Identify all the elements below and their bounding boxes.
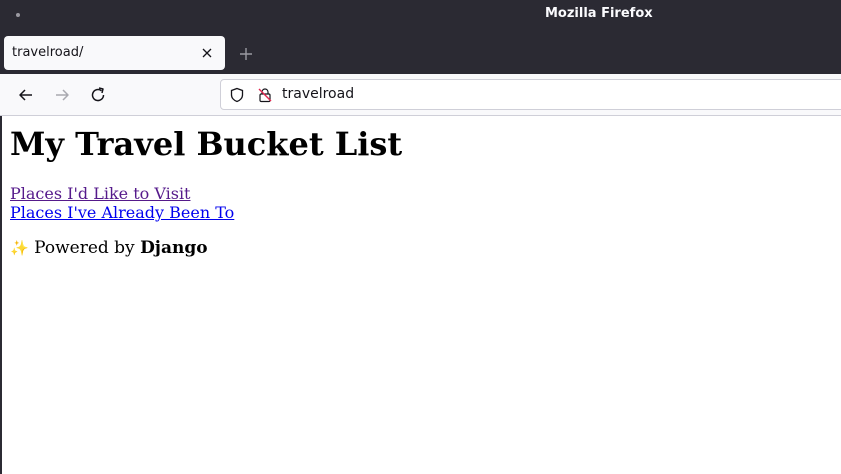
footer: ✨ Powered by Django (10, 238, 208, 258)
navigation-toolbar: travelroad (0, 74, 841, 116)
url-text[interactable]: travelroad (282, 86, 354, 102)
close-icon[interactable] (200, 46, 214, 60)
window-titlebar: Mozilla Firefox (0, 0, 841, 30)
plus-icon[interactable] (238, 46, 254, 62)
page-content: My Travel Bucket List Places I'd Like to… (0, 116, 841, 474)
back-icon[interactable] (17, 86, 35, 104)
reload-icon[interactable] (89, 86, 107, 104)
window-menu-dot-icon[interactable] (16, 13, 20, 17)
url-bar[interactable]: travelroad (220, 79, 841, 110)
insecure-lock-icon[interactable] (257, 87, 273, 103)
shield-icon[interactable] (229, 87, 245, 103)
page-title: My Travel Bucket List (10, 125, 403, 163)
tab-strip: travelroad/ (0, 30, 841, 74)
link-places-visited[interactable]: Places I've Already Been To (10, 203, 234, 222)
window-title: Mozilla Firefox (545, 6, 653, 21)
forward-icon[interactable] (53, 86, 71, 104)
footer-brand: Django (140, 238, 208, 258)
tab-label: travelroad/ (12, 45, 84, 60)
link-places-to-visit[interactable]: Places I'd Like to Visit (10, 184, 190, 203)
tab-travelroad[interactable]: travelroad/ (4, 36, 225, 70)
footer-prefix: Powered by (34, 238, 135, 258)
sparkles-icon: ✨ (10, 239, 29, 257)
